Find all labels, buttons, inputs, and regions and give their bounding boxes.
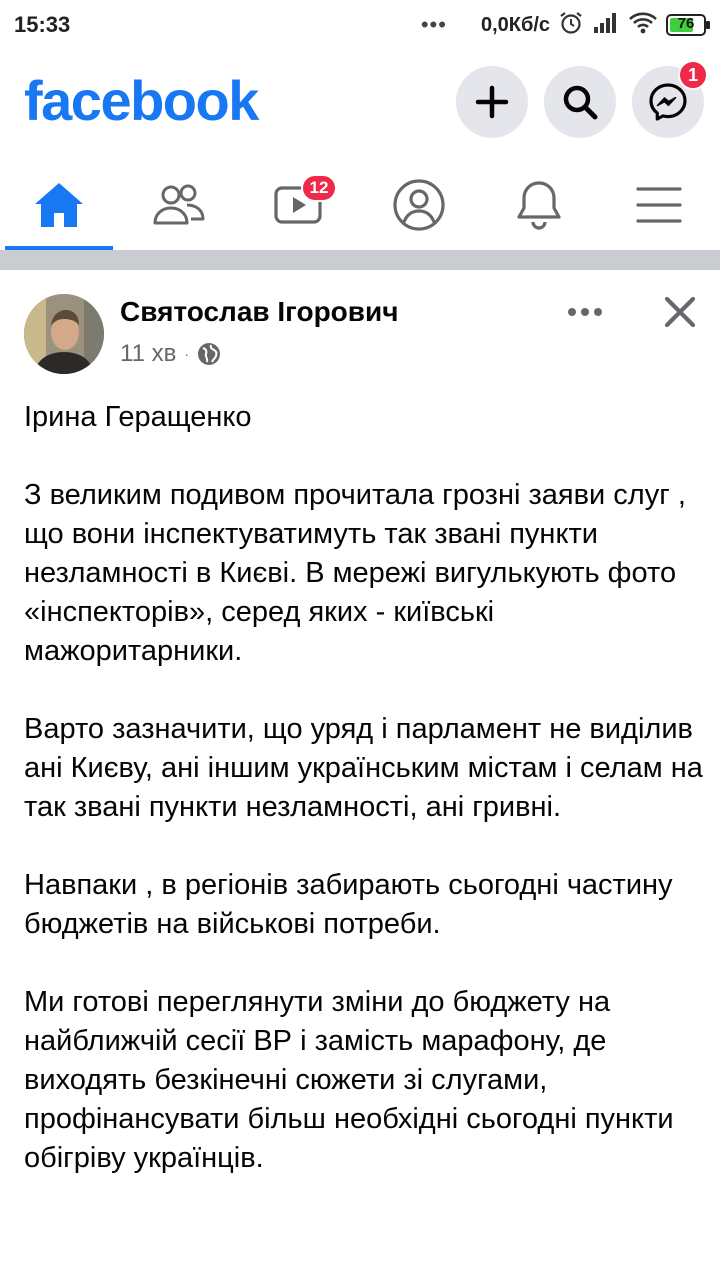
battery-percent: 76 [677,15,695,32]
search-button[interactable] [544,66,616,138]
network-speed: 0,0Кб/с [480,13,550,36]
post-paragraph: Ми готові переглянути зміни до бюджету н… [24,986,674,1174]
post-options-button[interactable] [560,292,610,332]
app-header: facebook 1 [0,50,720,160]
signal-icon [592,11,620,40]
post-paragraph: Варто зазначити, що уряд і парламент не … [24,713,703,823]
post-time[interactable]: 11 хв [120,340,176,368]
post-paragraph: Навпаки , в регіонів забирають сьогодні … [24,869,673,940]
facebook-logo[interactable]: facebook [24,68,259,133]
tab-home[interactable] [5,160,113,250]
post-meta: 11 хв · [120,340,221,368]
alarm-icon [558,10,584,41]
create-button[interactable] [456,66,528,138]
post-body: Ірина Геращенко З великим подивом прочит… [24,398,704,1217]
globe-icon [198,343,221,365]
status-icons: ••• 0,0Кб/с 76 [420,10,710,41]
status-bar: 15:33 ••• 0,0Кб/с 76 [0,0,720,50]
notifications-icon [517,181,561,230]
messenger-badge: 1 [678,60,708,90]
feed-divider [0,250,720,270]
tab-watch[interactable]: 12 [245,160,353,250]
plus-icon [475,85,509,119]
friends-icon [153,184,205,225]
post-author[interactable]: Святослав Ігорович [120,296,398,328]
menu-icon [636,187,682,223]
author-avatar[interactable] [24,294,104,374]
profile-icon [393,179,445,231]
wifi-icon [628,11,658,40]
search-icon [563,85,598,120]
close-icon [664,296,696,328]
tab-profile[interactable] [365,160,473,250]
feed-post: Святослав Ігорович 11 хв · Ірина Геращен… [0,270,720,1280]
battery-icon: 76 [666,14,710,36]
hide-post-button[interactable] [656,288,704,336]
tab-notifications[interactable] [485,160,593,250]
home-icon [35,183,83,227]
post-paragraph: З великим подивом прочитала грозні заяви… [24,479,686,667]
post-paragraph: Ірина Геращенко [24,401,252,433]
tab-menu[interactable] [605,160,713,250]
status-time: 15:33 [14,12,71,37]
watch-badge: 12 [301,174,337,202]
nav-tabs: 12 [0,160,720,250]
meta-separator: · [184,346,190,362]
tab-friends[interactable] [125,160,233,250]
more-notifications-icon: ••• [420,12,447,37]
messenger-icon [649,83,687,121]
more-icon [568,308,602,316]
messenger-button[interactable]: 1 [632,60,708,138]
